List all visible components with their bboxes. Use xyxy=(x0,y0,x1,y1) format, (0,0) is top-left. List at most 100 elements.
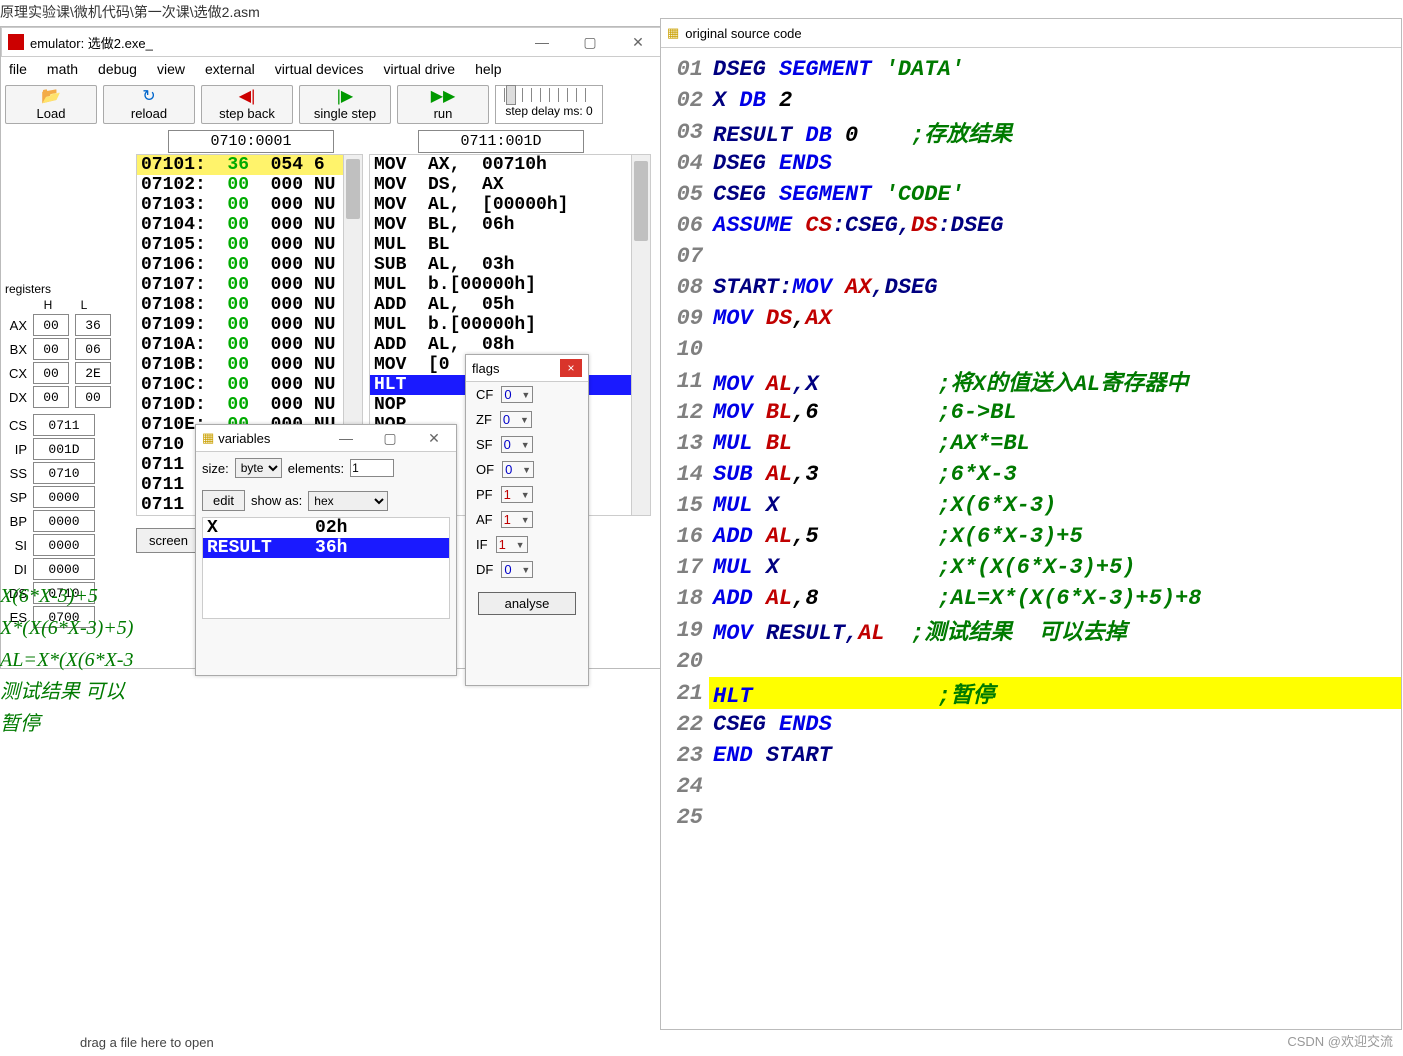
mem-row[interactable]: 07108: 00 000 NU xyxy=(137,295,362,315)
delay-slider[interactable] xyxy=(504,88,594,102)
elements-input[interactable] xyxy=(350,459,394,477)
src-line[interactable]: 17MUL X ;X*(X(6*X-3)+5) xyxy=(661,552,1401,583)
src-line[interactable]: 03RESULT DB 0 ;存放结果 xyxy=(661,116,1401,148)
menu-help[interactable]: help xyxy=(475,61,501,77)
min-button[interactable]: — xyxy=(526,34,558,51)
reg-BP[interactable] xyxy=(33,510,95,532)
mem-row[interactable]: 07102: 00 000 NU xyxy=(137,175,362,195)
mem-row[interactable]: 07103: 00 000 NU xyxy=(137,195,362,215)
src-line[interactable]: 10 xyxy=(661,334,1401,365)
menu-virtual-drive[interactable]: virtual drive xyxy=(384,61,456,77)
mem-row[interactable]: 07105: 00 000 NU xyxy=(137,235,362,255)
reg-CX-l[interactable] xyxy=(75,362,111,384)
src-line[interactable]: 05CSEG SEGMENT 'CODE' xyxy=(661,179,1401,210)
code-address[interactable]: 0711:001D xyxy=(418,130,584,153)
mem-row[interactable]: 07107: 00 000 NU xyxy=(137,275,362,295)
src-line[interactable]: 14SUB AL,3 ;6*X-3 xyxy=(661,459,1401,490)
analyse-button[interactable]: analyse xyxy=(478,592,576,615)
disasm-row[interactable]: MUL BL xyxy=(370,235,650,255)
src-line[interactable]: 24 xyxy=(661,771,1401,802)
reg-CX-h[interactable] xyxy=(33,362,69,384)
flag-AF-value[interactable]: 1▼ xyxy=(501,511,533,528)
dis-scrollbar[interactable] xyxy=(631,155,650,515)
disasm-row[interactable]: MOV AL, [00000h] xyxy=(370,195,650,215)
var-row[interactable]: RESULT 36h xyxy=(203,538,449,558)
reg-SP[interactable] xyxy=(33,486,95,508)
src-line[interactable]: 23END START xyxy=(661,740,1401,771)
flag-PF-value[interactable]: 1▼ xyxy=(501,486,533,503)
var-min[interactable]: — xyxy=(330,430,362,447)
src-line[interactable]: 02X DB 2 xyxy=(661,85,1401,116)
disasm-row[interactable]: MOV BL, 06h xyxy=(370,215,650,235)
reg-IP[interactable] xyxy=(33,438,95,460)
src-line[interactable]: 04DSEG ENDS xyxy=(661,148,1401,179)
menu-view[interactable]: view xyxy=(157,61,185,77)
src-line[interactable]: 22CSEG ENDS xyxy=(661,709,1401,740)
disasm-row[interactable]: SUB AL, 03h xyxy=(370,255,650,275)
close-button[interactable]: ✕ xyxy=(622,34,654,51)
disasm-row[interactable]: ADD AL, 08h xyxy=(370,335,650,355)
menu-debug[interactable]: debug xyxy=(98,61,137,77)
flag-SF-value[interactable]: 0▼ xyxy=(501,436,533,453)
run-button[interactable]: ▶▶run xyxy=(397,85,489,124)
mem-row[interactable]: 0710D: 00 000 NU xyxy=(137,395,362,415)
reg-AX-l[interactable] xyxy=(75,314,111,336)
mem-row[interactable]: 0710B: 00 000 NU xyxy=(137,355,362,375)
screen-button[interactable]: screen xyxy=(136,528,201,553)
load-button[interactable]: 📂Load xyxy=(5,85,97,124)
var-max[interactable]: ▢ xyxy=(374,430,406,447)
mem-row[interactable]: 0710A: 00 000 NU xyxy=(137,335,362,355)
mem-row[interactable]: 07101: 36 054 6 xyxy=(137,155,362,175)
mem-row[interactable]: 07104: 00 000 NU xyxy=(137,215,362,235)
src-line[interactable]: 16ADD AL,5 ;X(6*X-3)+5 xyxy=(661,521,1401,552)
reg-SS[interactable] xyxy=(33,462,95,484)
src-line[interactable]: 21HLT ;暂停 xyxy=(661,677,1401,709)
reg-BX-l[interactable] xyxy=(75,338,111,360)
reg-DX-l[interactable] xyxy=(75,386,111,408)
menu-math[interactable]: math xyxy=(47,61,78,77)
src-line[interactable]: 06ASSUME CS:CSEG,DS:DSEG xyxy=(661,210,1401,241)
src-line[interactable]: 07 xyxy=(661,241,1401,272)
disasm-row[interactable]: MUL b.[00000h] xyxy=(370,275,650,295)
disasm-row[interactable]: MOV DS, AX xyxy=(370,175,650,195)
flags-close[interactable]: × xyxy=(560,359,582,377)
disasm-row[interactable]: MOV AX, 00710h xyxy=(370,155,650,175)
reg-CS[interactable] xyxy=(33,414,95,436)
singlestep-button[interactable]: |▶single step xyxy=(299,85,391,124)
src-line[interactable]: 13MUL BL ;AX*=BL xyxy=(661,428,1401,459)
reg-DI[interactable] xyxy=(33,558,95,580)
src-line[interactable]: 08START:MOV AX,DSEG xyxy=(661,272,1401,303)
menu-external[interactable]: external xyxy=(205,61,255,77)
mem-address[interactable]: 0710:0001 xyxy=(168,130,334,153)
flag-IF-value[interactable]: 1▼ xyxy=(496,536,528,553)
mem-row[interactable]: 07106: 00 000 NU xyxy=(137,255,362,275)
mem-row[interactable]: 0710C: 00 000 NU xyxy=(137,375,362,395)
reg-DX-h[interactable] xyxy=(33,386,69,408)
flag-ZF-value[interactable]: 0▼ xyxy=(500,411,532,428)
variables-list[interactable]: X 02hRESULT 36h xyxy=(202,517,450,619)
disasm-row[interactable]: ADD AL, 05h xyxy=(370,295,650,315)
step-delay[interactable]: step delay ms: 0 xyxy=(495,85,603,124)
src-line[interactable]: 20 xyxy=(661,646,1401,677)
source-body[interactable]: 01DSEG SEGMENT 'DATA'02X DB 203RESULT DB… xyxy=(661,48,1401,833)
reg-AX-h[interactable] xyxy=(33,314,69,336)
reg-BX-h[interactable] xyxy=(33,338,69,360)
src-line[interactable]: 19MOV RESULT,AL ;测试结果 可以去掉 xyxy=(661,614,1401,646)
flag-CF-value[interactable]: 0▼ xyxy=(501,386,533,403)
mem-row[interactable]: 07109: 00 000 NU xyxy=(137,315,362,335)
src-line[interactable]: 11MOV AL,X ;将X的值送入AL寄存器中 xyxy=(661,365,1401,397)
flag-OF-value[interactable]: 0▼ xyxy=(502,461,534,478)
reg-SI[interactable] xyxy=(33,534,95,556)
src-line[interactable]: 01DSEG SEGMENT 'DATA' xyxy=(661,54,1401,85)
var-row[interactable]: X 02h xyxy=(203,518,449,538)
src-line[interactable]: 15MUL X ;X(6*X-3) xyxy=(661,490,1401,521)
src-line[interactable]: 25 xyxy=(661,802,1401,833)
src-line[interactable]: 09MOV DS,AX xyxy=(661,303,1401,334)
src-line[interactable]: 18ADD AL,8 ;AL=X*(X(6*X-3)+5)+8 xyxy=(661,583,1401,614)
showas-select[interactable]: hex xyxy=(308,491,388,511)
flag-DF-value[interactable]: 0▼ xyxy=(501,561,533,578)
menu-virtual-devices[interactable]: virtual devices xyxy=(275,61,364,77)
max-button[interactable]: ▢ xyxy=(574,34,606,51)
disasm-row[interactable]: MUL b.[00000h] xyxy=(370,315,650,335)
menu-file[interactable]: file xyxy=(9,61,27,77)
